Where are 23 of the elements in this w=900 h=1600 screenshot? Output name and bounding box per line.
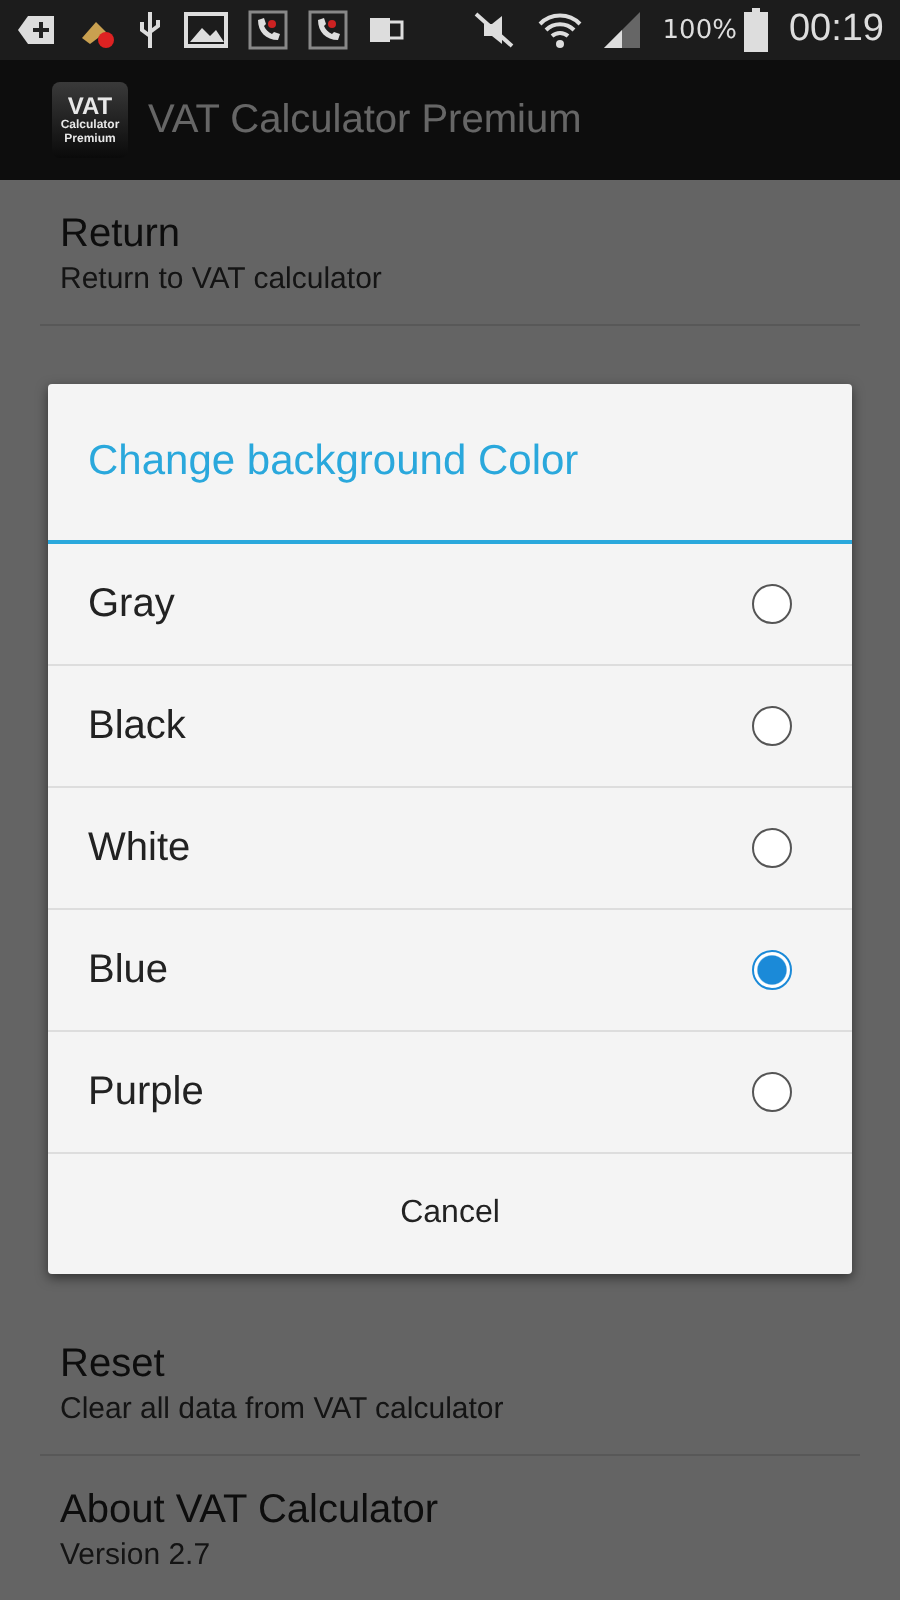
color-option[interactable]: Blue — [48, 910, 852, 1032]
color-option[interactable]: Purple — [48, 1032, 852, 1154]
radio-button[interactable] — [752, 828, 792, 868]
mute-icon — [470, 10, 519, 50]
signal-icon — [602, 10, 643, 50]
cancel-button[interactable]: Cancel — [48, 1154, 852, 1274]
wifi-icon — [538, 10, 583, 50]
clock-time: 00:19 — [788, 8, 884, 52]
dialog-title: Change background Color — [48, 384, 852, 544]
color-option[interactable]: Gray — [48, 544, 852, 666]
app-title: VAT Calculator Premium — [148, 97, 582, 143]
battery-icon — [744, 8, 769, 52]
color-option[interactable]: Black — [48, 666, 852, 788]
add-icon — [16, 14, 56, 46]
radio-button[interactable] — [752, 1072, 792, 1112]
color-option[interactable]: White — [48, 788, 852, 910]
radio-button[interactable] — [752, 584, 792, 624]
radio-button[interactable] — [752, 706, 792, 746]
battery-percentage: 100% — [662, 15, 737, 45]
image-icon — [184, 12, 228, 48]
phone-icon — [248, 10, 288, 50]
phone-icon — [308, 10, 348, 50]
radio-button[interactable] — [752, 950, 792, 990]
